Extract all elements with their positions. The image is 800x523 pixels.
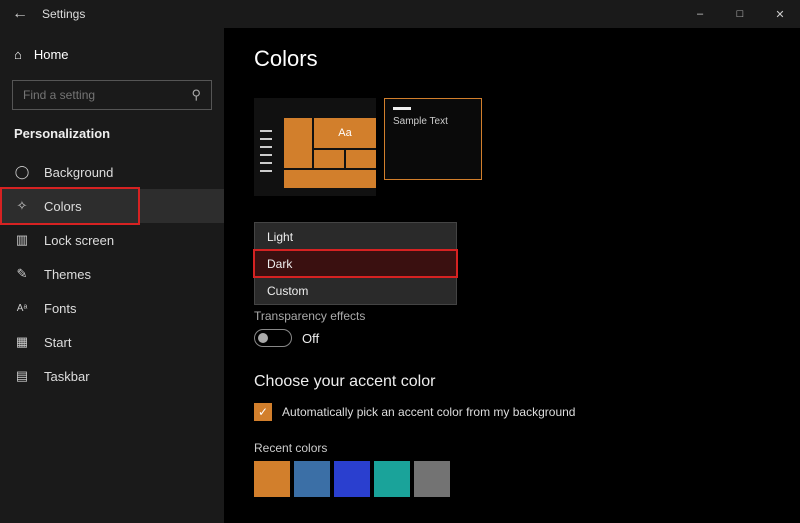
home-link[interactable]: ⌂ Home	[0, 36, 224, 72]
sidebar-item-lockscreen[interactable]: ▥ Lock screen	[0, 223, 224, 257]
color-swatch[interactable]	[374, 461, 410, 497]
color-swatch[interactable]	[334, 461, 370, 497]
transparency-label: Transparency effects	[254, 309, 800, 323]
color-mode-dropdown[interactable]: Light Dark Custom	[254, 222, 457, 305]
home-label: Home	[34, 47, 69, 62]
sidebar-item-label: Taskbar	[44, 369, 90, 384]
preview-row: Aa Sample Text	[254, 98, 800, 196]
toggle-state: Off	[302, 331, 319, 346]
sidebar-item-label: Lock screen	[44, 233, 114, 248]
sidebar-item-taskbar[interactable]: ▤ Taskbar	[0, 359, 224, 393]
accent-heading: Choose your accent color	[254, 373, 800, 391]
auto-pick-label: Automatically pick an accent color from …	[282, 405, 575, 419]
option-dark[interactable]: Dark	[255, 250, 456, 277]
sidebar-item-label: Background	[44, 165, 113, 180]
sidebar-item-background[interactable]: ◯ Background	[0, 155, 224, 189]
close-button[interactable]: ✕	[760, 0, 800, 28]
sidebar-item-label: Start	[44, 335, 71, 350]
color-swatch[interactable]	[254, 461, 290, 497]
sidebar-item-fonts[interactable]: Aᵃ Fonts	[0, 291, 224, 325]
sidebar-item-themes[interactable]: ✎ Themes	[0, 257, 224, 291]
auto-pick-checkbox[interactable]: ✓	[254, 403, 272, 421]
font-icon: Aᵃ	[14, 300, 30, 316]
recent-colors	[254, 461, 800, 497]
recent-colors-label: Recent colors	[254, 441, 800, 455]
title-bar: ← Settings – □ ✕	[0, 0, 800, 28]
search-icon: ⚲	[191, 87, 201, 103]
sidebar-item-colors[interactable]: ✧ Colors	[0, 189, 224, 223]
preview-start: Aa	[254, 98, 376, 196]
color-swatch[interactable]	[414, 461, 450, 497]
preview-window: Sample Text	[384, 98, 482, 180]
search-input[interactable]	[23, 88, 191, 102]
back-button[interactable]: ←	[4, 5, 36, 23]
taskbar-icon: ▤	[14, 368, 30, 384]
sidebar-item-label: Fonts	[44, 301, 77, 316]
color-swatch[interactable]	[294, 461, 330, 497]
category-heading: Personalization	[0, 122, 224, 155]
preview-tile-text: Aa	[314, 118, 376, 148]
sidebar-item-label: Colors	[44, 199, 82, 214]
search-box[interactable]: ⚲	[12, 80, 212, 110]
monitor-icon: ▥	[14, 232, 30, 248]
page-title: Colors	[254, 46, 800, 72]
option-light[interactable]: Light	[255, 223, 456, 250]
maximize-button[interactable]: □	[720, 0, 760, 28]
sample-text: Sample Text	[393, 116, 473, 127]
palette-icon: ✧	[14, 198, 30, 214]
window-title: Settings	[36, 7, 85, 21]
image-icon: ◯	[14, 164, 30, 180]
sidebar: ⌂ Home ⚲ Personalization ◯ Background ✧ …	[0, 28, 224, 523]
option-custom[interactable]: Custom	[255, 277, 456, 304]
sidebar-item-start[interactable]: ▦ Start	[0, 325, 224, 359]
home-icon: ⌂	[14, 47, 22, 62]
content-panel: Colors Aa Sample Text Light Dark	[224, 28, 800, 523]
brush-icon: ✎	[14, 266, 30, 282]
minimize-button[interactable]: –	[680, 0, 720, 28]
start-icon: ▦	[14, 334, 30, 350]
sidebar-item-label: Themes	[44, 267, 91, 282]
transparency-toggle[interactable]	[254, 329, 292, 347]
